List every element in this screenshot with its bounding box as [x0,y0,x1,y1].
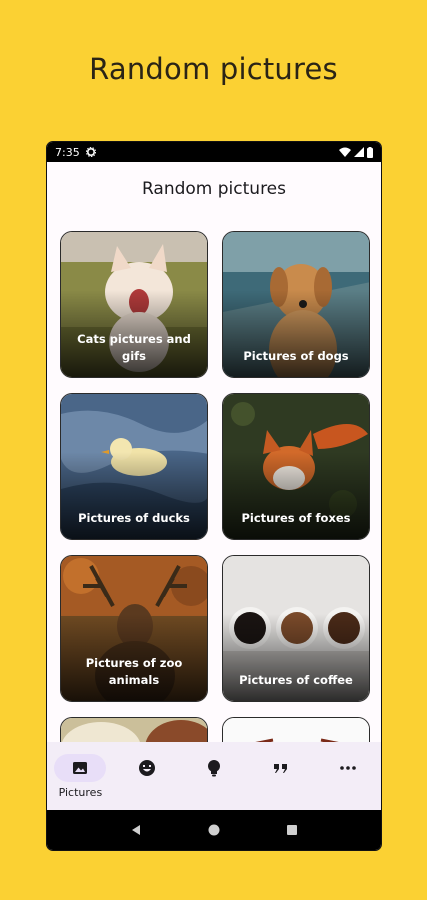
lightbulb-icon [207,760,220,777]
signal-icon [354,147,364,157]
nav-item-more[interactable] [318,754,378,782]
phone-frame: 7:35 Random pictures Cats pictures and g… [46,141,382,851]
app-title: Random pictures [141,179,287,199]
status-time: 7:35 [55,145,80,159]
wifi-icon [339,147,351,157]
bottom-navigation: Pictures [47,742,381,810]
emoji-icon [139,760,156,776]
card-label: Pictures of coffee [239,673,353,687]
card-cats[interactable]: Cats pictures and gifs [60,231,208,378]
card-zoo-animals[interactable]: Pictures of zoo animals [60,555,208,702]
card-label: Pictures of dogs [243,349,349,363]
picture-category-grid: Cats pictures and gifs Pictures of dogs [60,231,370,757]
quote-icon [273,764,287,773]
nav-label-pictures: Pictures [58,786,103,799]
battery-icon [367,146,373,158]
card-coffee[interactable]: Pictures of coffee [222,555,370,702]
card-label: Cats pictures and gifs [77,332,191,363]
nav-item-ideas[interactable] [184,754,244,782]
nav-item-quotes[interactable] [251,754,311,782]
promo-title: Random pictures [89,52,338,86]
more-icon [339,766,356,770]
card-label: Pictures of foxes [241,511,351,525]
card-ducks[interactable]: Pictures of ducks [60,393,208,540]
nav-item-emoji[interactable] [117,754,177,782]
card-label: Pictures of ducks [78,511,190,525]
nav-item-pictures[interactable]: Pictures [50,754,110,799]
card-label: Pictures of zoo animals [85,656,183,687]
system-navigation-bar [47,810,381,850]
recents-icon[interactable] [286,824,298,836]
image-icon [73,762,88,774]
status-bar: 7:35 [47,142,381,162]
card-dogs[interactable]: Pictures of dogs [222,231,370,378]
card-foxes[interactable]: Pictures of foxes [222,393,370,540]
home-icon[interactable] [208,824,220,836]
settings-icon [85,147,96,157]
back-icon[interactable] [130,824,142,836]
